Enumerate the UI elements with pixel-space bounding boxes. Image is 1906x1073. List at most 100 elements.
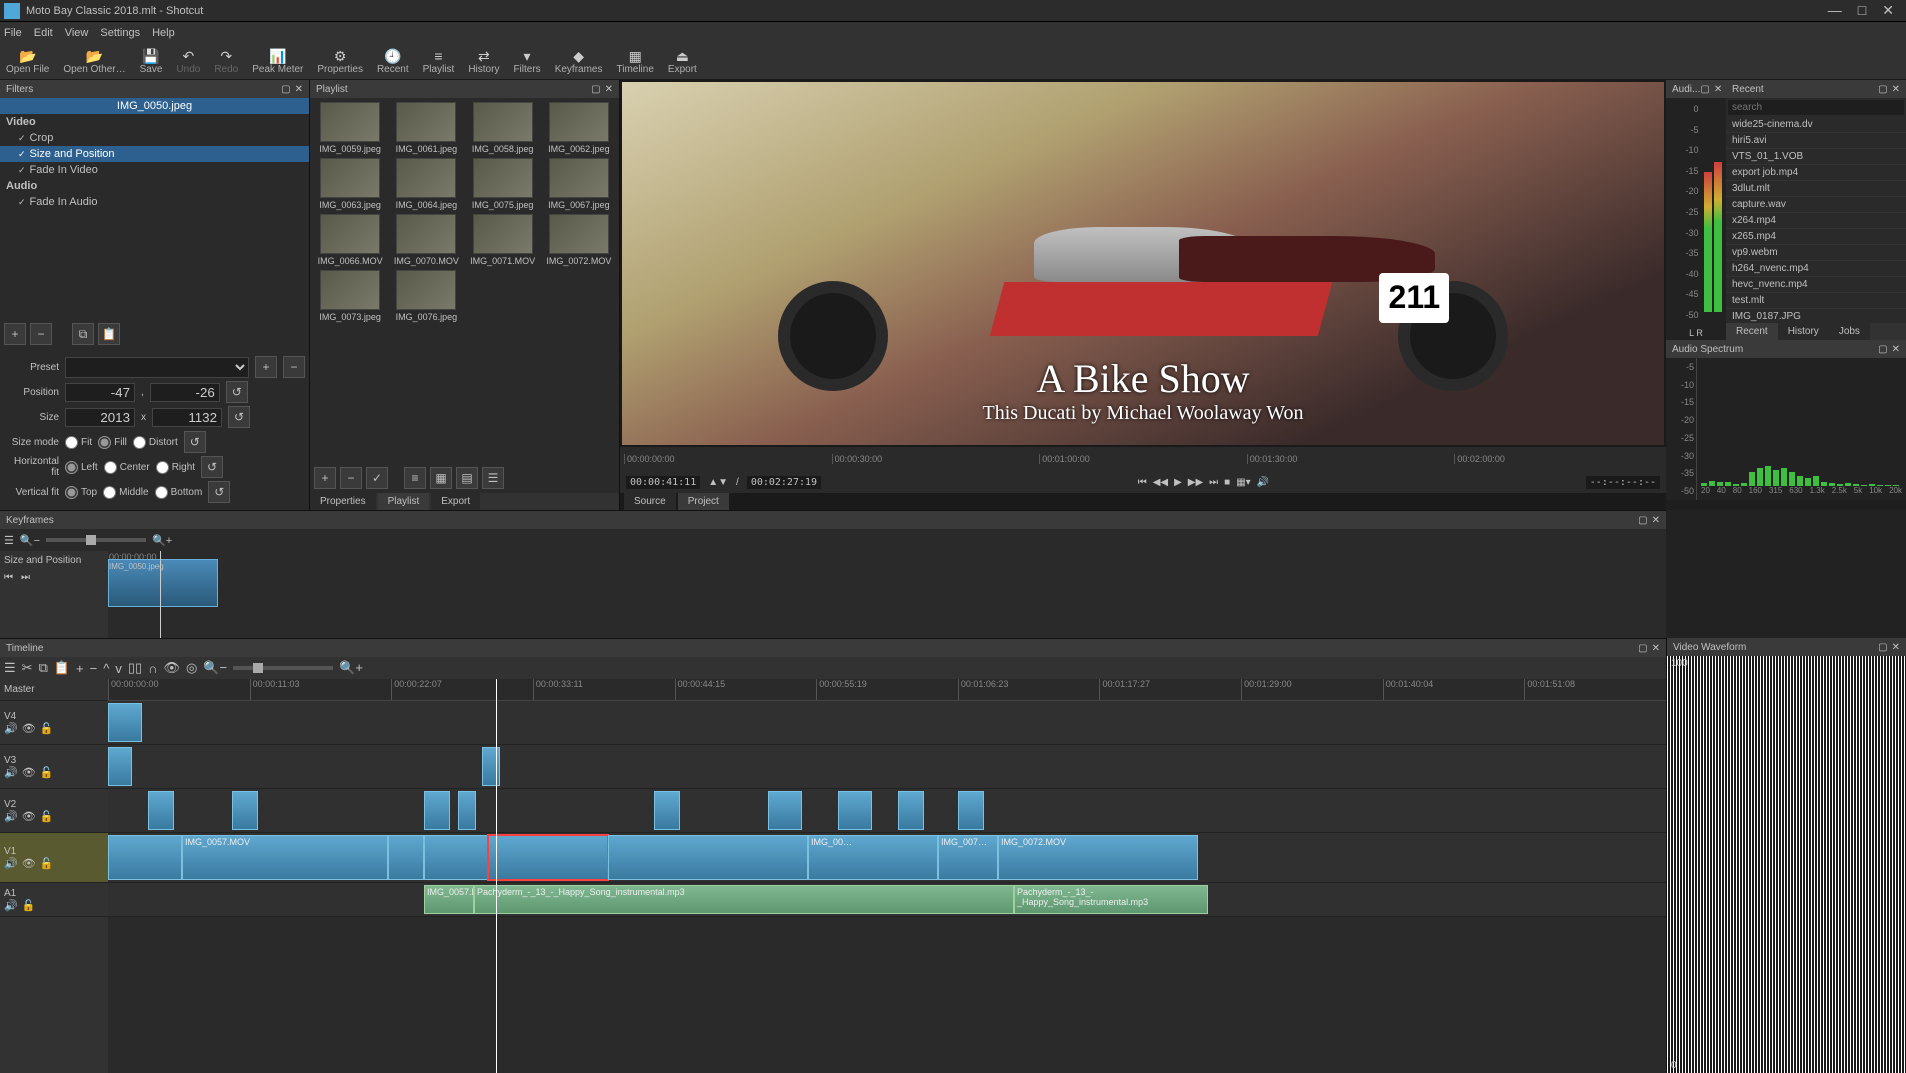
redo-button[interactable]: ↷Redo bbox=[214, 48, 238, 75]
copy-filter-button[interactable]: ⧉ bbox=[72, 323, 94, 345]
timeline-clip[interactable] bbox=[488, 835, 608, 880]
track-v3[interactable] bbox=[108, 745, 1666, 789]
playlist-thumb[interactable]: IMG_0071.MOV bbox=[467, 214, 539, 266]
playlist-thumb[interactable]: IMG_0073.jpeg bbox=[314, 270, 386, 322]
keyframe-clip[interactable]: IMG_0050.jpeg bbox=[108, 559, 218, 607]
recent-item[interactable]: x265.mp4 bbox=[1726, 229, 1906, 245]
cut-button[interactable]: ✂ bbox=[22, 660, 33, 676]
recent-item[interactable]: wide25-cinema.dv bbox=[1726, 117, 1906, 133]
fill-radio[interactable]: Fill bbox=[98, 436, 127, 449]
undo-button[interactable]: ↶Undo bbox=[176, 48, 200, 75]
recent-button[interactable]: 🕘Recent bbox=[377, 48, 409, 75]
tab-export[interactable]: Export bbox=[431, 493, 480, 510]
size-h-input[interactable] bbox=[152, 408, 222, 427]
playlist-thumb[interactable]: IMG_0076.jpeg bbox=[390, 270, 462, 322]
keyframe-track[interactable]: 00:00:00:00 IMG_0050.jpeg bbox=[108, 551, 1666, 638]
filter-item[interactable]: Fade In Audio bbox=[0, 194, 309, 210]
pos-x-input[interactable] bbox=[65, 383, 135, 402]
save-button[interactable]: 💾Save bbox=[140, 48, 163, 75]
properties-button[interactable]: ⚙Properties bbox=[317, 48, 363, 75]
menu-settings[interactable]: Settings bbox=[100, 27, 140, 39]
preset-add-button[interactable]: + bbox=[255, 356, 277, 378]
viewer-preview[interactable]: 211 A Bike Show This Ducati by Michael W… bbox=[622, 82, 1664, 445]
dock-icon[interactable]: ▢ bbox=[281, 84, 290, 95]
minimize-icon[interactable]: — bbox=[1828, 2, 1842, 19]
left-radio[interactable]: Left bbox=[65, 461, 98, 474]
playlist-list-view-button[interactable]: ≡ bbox=[404, 467, 426, 489]
playlist-check-button[interactable]: ✓ bbox=[366, 467, 388, 489]
recent-item[interactable]: 3dlut.mlt bbox=[1726, 181, 1906, 197]
copy-button[interactable]: ⧉ bbox=[39, 660, 48, 676]
timeline-clip[interactable] bbox=[424, 791, 450, 830]
recent-item[interactable]: x264.mp4 bbox=[1726, 213, 1906, 229]
tab-jobs[interactable]: Jobs bbox=[1829, 323, 1870, 340]
recent-item[interactable]: capture.wav bbox=[1726, 197, 1906, 213]
keyframes-button[interactable]: ◆Keyframes bbox=[555, 48, 603, 75]
tl-menu-button[interactable]: ☰ bbox=[4, 660, 16, 676]
tl-zoom-slider[interactable] bbox=[233, 666, 333, 670]
keyframe-playhead[interactable] bbox=[160, 551, 161, 638]
track-head-v1[interactable]: V1🔊👁🔓 bbox=[0, 833, 108, 883]
tab-history[interactable]: History bbox=[1778, 323, 1829, 340]
recent-item[interactable]: h264_nvenc.mp4 bbox=[1726, 261, 1906, 277]
track-a1[interactable]: IMG_0057.MOPachyderm_-_13_-_Happy_Song_i… bbox=[108, 883, 1666, 917]
fit-radio[interactable]: Fit bbox=[65, 436, 92, 449]
reset-size-button[interactable]: ↺ bbox=[228, 406, 250, 428]
playlist-icons-view-button[interactable]: ▤ bbox=[456, 467, 478, 489]
ripple-button[interactable]: ◎ bbox=[186, 660, 197, 676]
menu-file[interactable]: File bbox=[4, 27, 22, 39]
dock-icon[interactable]: ▢ bbox=[591, 84, 600, 95]
timeline-clip[interactable] bbox=[424, 835, 488, 880]
reset-hfit-button[interactable]: ↺ bbox=[201, 456, 223, 478]
track-head-a1[interactable]: A1🔊🔓 bbox=[0, 883, 108, 917]
kf-prev-button[interactable]: ⏮ bbox=[4, 572, 13, 583]
playlist-thumb[interactable]: IMG_0062.jpeg bbox=[543, 102, 615, 154]
skip-end-button[interactable]: ⏭ bbox=[1209, 477, 1218, 488]
close-panel-icon[interactable]: ✕ bbox=[605, 84, 613, 95]
playlist-thumb[interactable]: IMG_0063.jpeg bbox=[314, 158, 386, 210]
playlist-thumb[interactable]: IMG_0061.jpeg bbox=[390, 102, 462, 154]
pos-y-input[interactable] bbox=[150, 383, 220, 402]
recent-item[interactable]: hiri5.avi bbox=[1726, 133, 1906, 149]
playlist-thumb[interactable]: IMG_0059.jpeg bbox=[314, 102, 386, 154]
distort-radio[interactable]: Distort bbox=[133, 436, 178, 449]
lift-button[interactable]: ^ bbox=[103, 661, 109, 676]
timeline-playhead[interactable] bbox=[496, 679, 497, 1073]
timeline-clip[interactable] bbox=[898, 791, 924, 830]
paste-filter-button[interactable]: 📋 bbox=[98, 323, 120, 345]
recent-item[interactable]: test.mlt bbox=[1726, 293, 1906, 309]
skip-start-button[interactable]: ⏮ bbox=[1138, 477, 1147, 488]
playlist-menu-button[interactable]: ☰ bbox=[482, 467, 504, 489]
timeline-clip[interactable] bbox=[108, 703, 142, 742]
add-filter-button[interactable]: + bbox=[4, 323, 26, 345]
playlist-thumb[interactable]: IMG_0058.jpeg bbox=[467, 102, 539, 154]
tab-recent[interactable]: Recent bbox=[1726, 323, 1778, 340]
track-head-master[interactable]: Master bbox=[0, 679, 108, 701]
peakmeter-button[interactable]: 📊Peak Meter bbox=[252, 48, 303, 75]
playlist-grid-view-button[interactable]: ▦ bbox=[430, 467, 452, 489]
top-radio[interactable]: Top bbox=[65, 486, 97, 499]
zoom-dropdown[interactable]: ▦▾ bbox=[1236, 477, 1250, 488]
tab-project[interactable]: Project bbox=[678, 493, 729, 510]
reset-vfit-button[interactable]: ↺ bbox=[208, 481, 230, 503]
volume-button[interactable]: 🔊 bbox=[1257, 477, 1269, 488]
playlist-add-button[interactable]: + bbox=[314, 467, 336, 489]
center-radio[interactable]: Center bbox=[104, 461, 150, 474]
middle-radio[interactable]: Middle bbox=[103, 486, 148, 499]
filters-button[interactable]: ▾Filters bbox=[513, 48, 540, 75]
timeline-clip[interactable]: Pachyderm_-_13_-_Happy_Song_instrumental… bbox=[474, 885, 1014, 914]
playlist-button[interactable]: ≡Playlist bbox=[423, 48, 455, 75]
right-radio[interactable]: Right bbox=[156, 461, 195, 474]
reset-sizemode-button[interactable]: ↺ bbox=[184, 431, 206, 453]
menu-edit[interactable]: Edit bbox=[34, 27, 53, 39]
paste-button[interactable]: 📋 bbox=[54, 660, 70, 676]
kf-menu-button[interactable]: ☰ bbox=[4, 534, 14, 547]
append-button[interactable]: + bbox=[76, 661, 84, 676]
timeline-clip[interactable]: Pachyderm_-_13_-_Happy_Song_instrumental… bbox=[1014, 885, 1208, 914]
playlist-thumb[interactable]: IMG_0066.MOV bbox=[314, 214, 386, 266]
hide-icon[interactable]: 👁 bbox=[22, 722, 36, 735]
playlist-thumb[interactable]: IMG_0070.MOV bbox=[390, 214, 462, 266]
rewind-button[interactable]: ◀◀ bbox=[1153, 477, 1168, 488]
track-head-v2[interactable]: V2🔊👁🔓 bbox=[0, 789, 108, 833]
stop-button[interactable]: ■ bbox=[1224, 477, 1230, 488]
